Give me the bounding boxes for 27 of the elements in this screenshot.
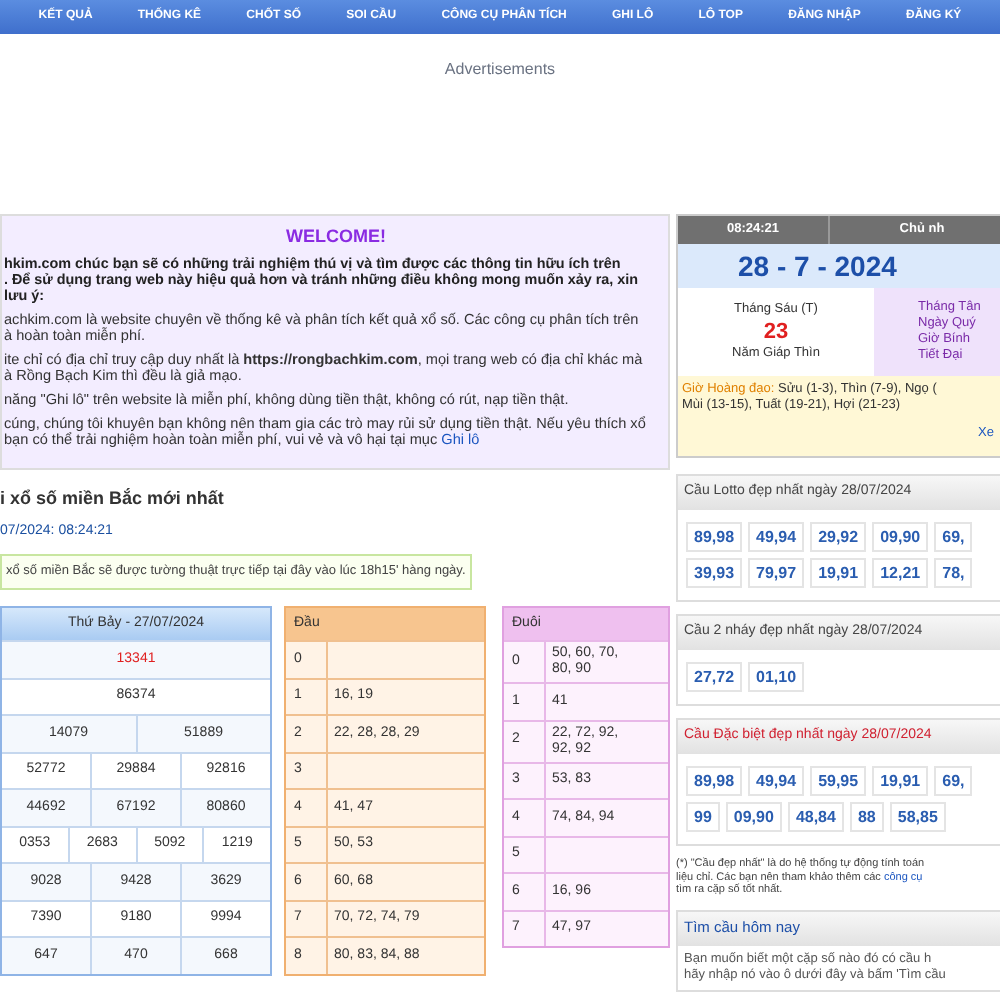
number-pair[interactable]: 09,90 (725, 802, 782, 832)
number-pair[interactable]: 19,91 (872, 766, 929, 796)
number-pair[interactable]: 89,98 (686, 522, 743, 552)
number-pair[interactable]: 58,85 (889, 802, 946, 832)
number-pair[interactable]: 19,91 (810, 558, 867, 588)
lunar-day: 23 (763, 320, 789, 344)
number-pair[interactable]: 29,92 (810, 522, 867, 552)
number-pair[interactable]: 89,98 (686, 766, 743, 796)
section-heading: i xổ số miền Bắc mới nhất (0, 486, 226, 512)
number-pair[interactable]: 99 (686, 802, 720, 832)
number-pair[interactable]: 49,94 (748, 522, 805, 552)
number-pair[interactable]: 59,95 (810, 766, 867, 796)
number-pair[interactable]: 48,84 (787, 802, 844, 832)
number-pair[interactable]: 12,21 (872, 558, 929, 588)
number-pair[interactable]: 69, (934, 766, 973, 796)
number-pair[interactable]: 39,93 (686, 558, 743, 588)
number-pair[interactable]: 01,10 (748, 662, 805, 692)
solar-date: 28 - 7 - 2024 (738, 247, 897, 285)
number-pair[interactable]: 79,97 (748, 558, 805, 588)
welcome-title: WELCOME! (284, 224, 388, 250)
ad-label: Advertisements (444, 60, 556, 78)
number-pair[interactable]: 49,94 (748, 766, 805, 796)
number-pair[interactable]: 88 (849, 802, 884, 832)
number-pair[interactable]: 78, (934, 558, 973, 588)
number-pair[interactable]: 09,90 (872, 522, 929, 552)
number-pair[interactable]: 69, (934, 522, 973, 552)
number-pair[interactable]: 27,72 (686, 662, 743, 692)
